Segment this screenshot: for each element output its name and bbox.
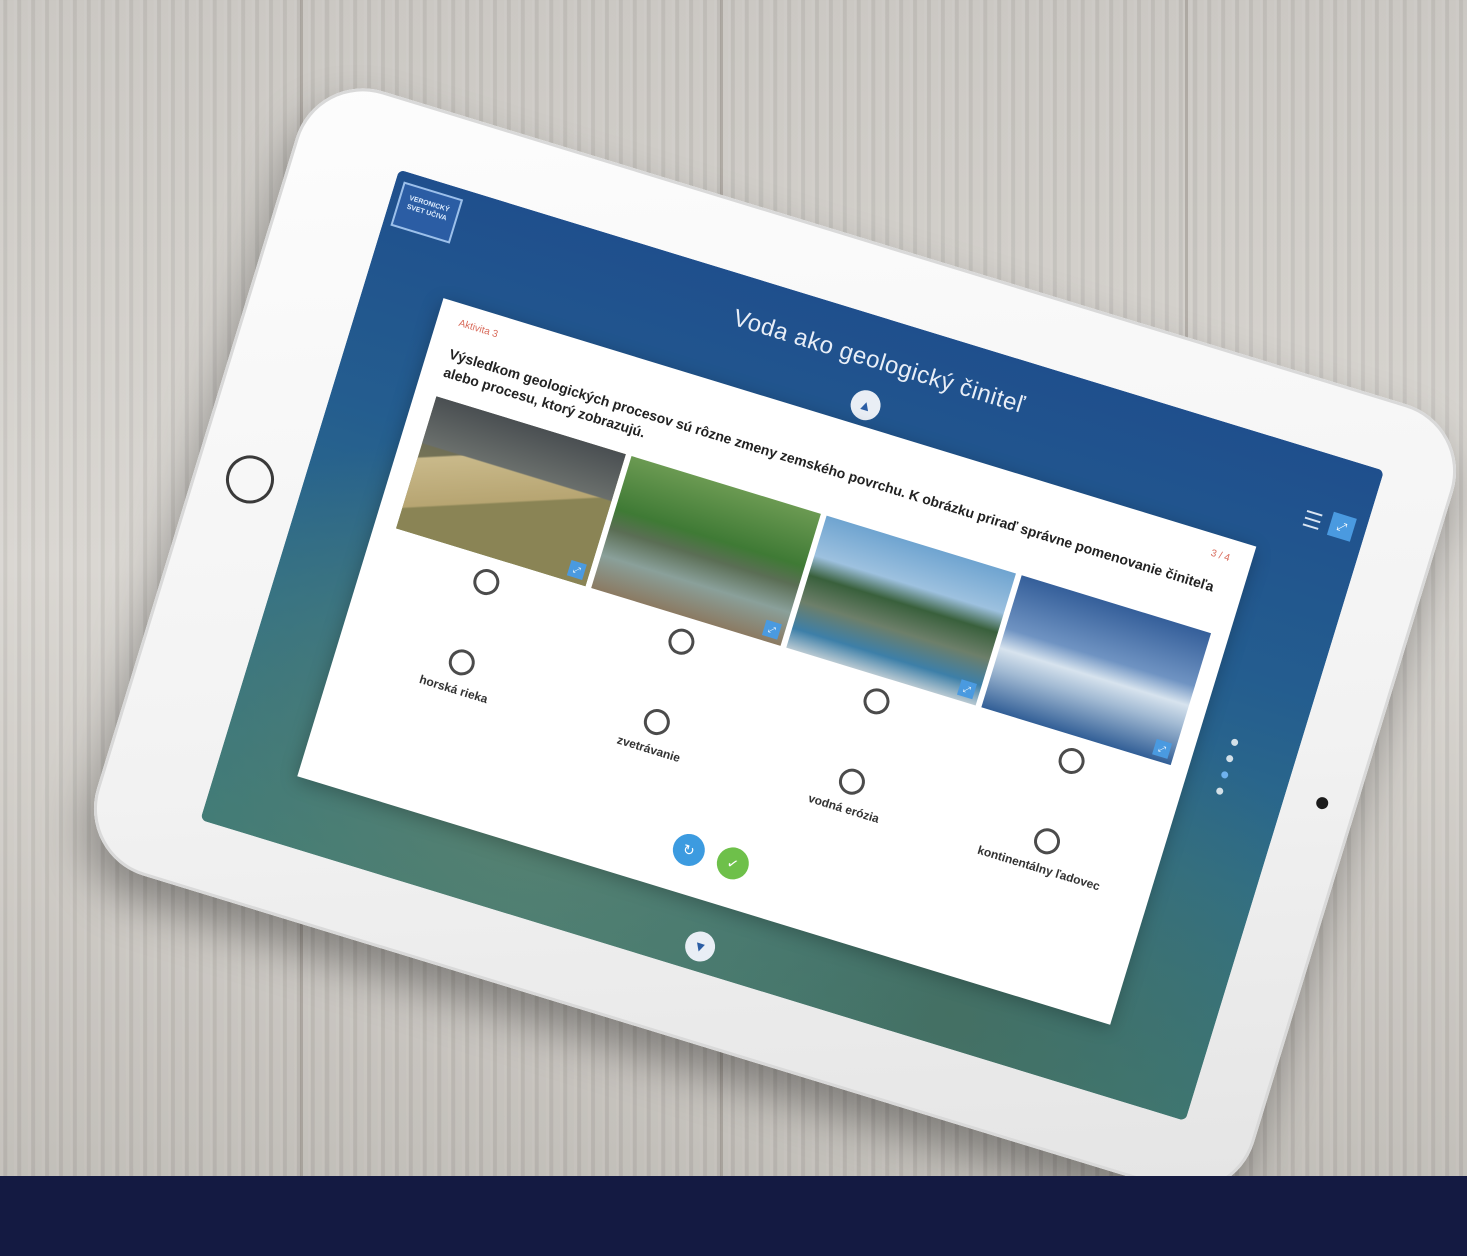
home-button[interactable]: [220, 449, 280, 510]
chevron-up-icon[interactable]: ▲: [846, 386, 885, 424]
page-dot[interactable]: [1215, 786, 1225, 796]
page-dot-active[interactable]: [1220, 770, 1230, 780]
footer-band: [0, 1176, 1467, 1256]
refresh-button[interactable]: ↻: [668, 830, 709, 870]
option-anchor-1[interactable]: [445, 646, 478, 679]
tablet-device: VERONICKÝ SVET UČIVA Voda ako geologický…: [76, 71, 1467, 1209]
option-label: zvetrávanie: [615, 732, 682, 766]
front-camera: [1314, 795, 1330, 811]
option-anchor-3[interactable]: [835, 765, 869, 798]
image-anchor-4[interactable]: [1055, 744, 1088, 778]
page-dot[interactable]: [1230, 737, 1240, 747]
page-indicator: [1215, 737, 1240, 796]
expand-icon[interactable]: ⤢: [1152, 738, 1173, 759]
activity-label: Aktivita 3: [457, 317, 500, 341]
confirm-button[interactable]: ✓: [712, 843, 753, 884]
image-anchor-2[interactable]: [665, 625, 698, 658]
option-anchor-2[interactable]: [640, 705, 674, 739]
hamburger-menu-icon[interactable]: [1302, 509, 1323, 530]
action-buttons: ↻ ✓: [668, 830, 753, 884]
chevron-down-icon[interactable]: ▼: [681, 927, 719, 966]
expand-icon[interactable]: ⤢: [761, 619, 782, 640]
expand-icon[interactable]: ⤢: [956, 679, 977, 700]
image-anchor-3[interactable]: [860, 685, 893, 718]
page-dot[interactable]: [1225, 754, 1235, 763]
option-anchor-4[interactable]: [1030, 825, 1064, 858]
exercise-card: Aktivita 3 3 / 4 Výsledkom geologických …: [297, 298, 1257, 1025]
expand-icon[interactable]: ⤢: [566, 560, 587, 580]
progress-label: 3 / 4: [1209, 547, 1232, 565]
image-anchor-1[interactable]: [470, 565, 503, 599]
option-label: vodná erózia: [806, 791, 881, 826]
check-icon: ✓: [724, 854, 741, 873]
refresh-icon: ↻: [680, 840, 697, 860]
tablet-screen: VERONICKÝ SVET UČIVA Voda ako geologický…: [200, 169, 1385, 1121]
option-label: horská rieka: [417, 672, 490, 707]
